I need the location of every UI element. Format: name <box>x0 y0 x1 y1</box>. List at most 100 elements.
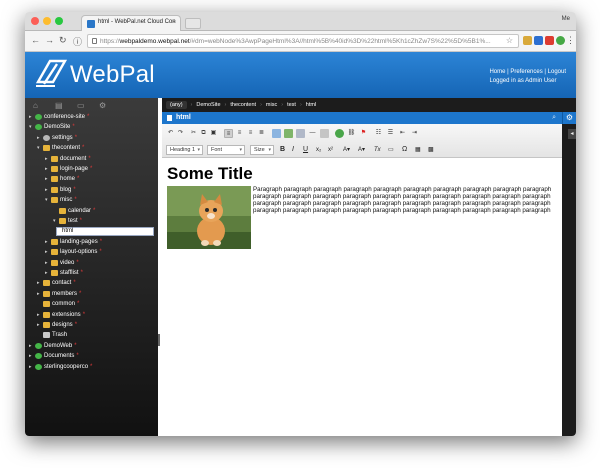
background-color-icon[interactable]: A▾ <box>358 145 365 155</box>
collapsed-arrow-icon[interactable]: ▸ <box>45 248 48 257</box>
extension-icon[interactable] <box>523 36 532 45</box>
gallery-icon[interactable] <box>296 129 305 138</box>
font-select[interactable]: Font ▾ <box>207 145 245 155</box>
collapsed-arrow-icon[interactable]: ▸ <box>37 279 40 288</box>
bulleted-list-icon[interactable]: ☰ <box>386 129 395 138</box>
close-window-icon[interactable] <box>31 17 39 25</box>
tree-node-label: Trash <box>52 331 67 340</box>
breadcrumb-item[interactable]: (any) <box>166 101 187 109</box>
search-icon[interactable]: ⌕ <box>552 114 556 122</box>
collapsed-arrow-icon[interactable]: ▸ <box>37 321 40 330</box>
breadcrumb-item[interactable]: html <box>306 102 316 108</box>
image-icon[interactable] <box>272 129 281 138</box>
collapsed-arrow-icon[interactable]: ▸ <box>45 165 48 174</box>
collapsed-arrow-icon[interactable]: ▸ <box>37 311 40 320</box>
table-icon[interactable] <box>320 129 329 138</box>
underline-icon[interactable]: U <box>303 145 308 155</box>
collapsed-arrow-icon[interactable]: ▸ <box>45 259 48 268</box>
reload-icon[interactable]: ↻ <box>59 35 67 46</box>
expanded-arrow-icon[interactable]: ▾ <box>53 217 56 226</box>
sidebar-resize-handle[interactable] <box>158 334 160 346</box>
indent-icon[interactable]: ⇥ <box>410 129 419 138</box>
expanded-arrow-icon[interactable]: ▾ <box>45 196 48 205</box>
italic-icon[interactable]: I <box>292 145 294 155</box>
collapse-panel-icon[interactable]: ◂ <box>568 129 576 139</box>
gear-icon[interactable]: ⚙ <box>99 101 106 110</box>
document-gear-icon[interactable]: ⚙ <box>562 112 576 124</box>
extension-icon[interactable] <box>556 36 565 45</box>
redo-icon[interactable]: ↷ <box>176 129 185 138</box>
collapsed-arrow-icon[interactable]: ▸ <box>45 269 48 278</box>
maximize-window-icon[interactable] <box>55 17 63 25</box>
new-tab-button[interactable] <box>185 18 201 29</box>
expanded-arrow-icon[interactable]: ▾ <box>37 144 40 153</box>
browser-menu-icon[interactable]: ⋮ <box>566 35 575 46</box>
collapsed-arrow-icon[interactable]: ▸ <box>37 134 40 143</box>
bookmark-star-icon[interactable]: ☆ <box>506 36 513 45</box>
subscript-icon[interactable]: x₂ <box>316 145 321 155</box>
breadcrumb-item[interactable]: misc <box>266 102 277 108</box>
anchor-flag-icon[interactable]: ⚑ <box>359 129 368 138</box>
url-protocol: https:// <box>100 38 120 45</box>
paste-text-icon[interactable]: ▩ <box>428 145 434 155</box>
align-left-icon[interactable]: ≡ <box>224 129 233 138</box>
collapsed-arrow-icon[interactable]: ▸ <box>45 175 48 184</box>
breadcrumb-item[interactable]: test <box>287 102 296 108</box>
home-link[interactable]: Home <box>489 69 505 75</box>
unlink-icon[interactable]: ⛓ <box>347 129 356 138</box>
special-character-icon[interactable]: Ω <box>402 145 407 155</box>
profile-button[interactable]: Me <box>562 16 570 22</box>
collapsed-arrow-icon[interactable]: ▸ <box>29 352 32 361</box>
editor-content[interactable]: Some Title Paragraph paragraph paragraph… <box>167 164 559 249</box>
undo-icon[interactable]: ↶ <box>166 129 175 138</box>
tab-close-icon[interactable]: × <box>172 19 176 26</box>
cut-icon[interactable]: ✂ <box>189 129 198 138</box>
justify-icon[interactable]: ≣ <box>257 129 266 138</box>
forward-arrow-icon[interactable]: → <box>45 35 54 45</box>
align-center-icon[interactable]: ≡ <box>235 129 244 138</box>
format-select[interactable]: Heading 1 ▾ <box>166 145 203 155</box>
clear-format-icon[interactable]: Tx <box>374 145 381 155</box>
copy-icon[interactable]: ⧉ <box>199 129 208 138</box>
media-icon[interactable] <box>284 129 293 138</box>
numbered-list-icon[interactable]: ☷ <box>374 129 383 138</box>
paste-icon[interactable]: ▣ <box>209 129 218 138</box>
browser-tab[interactable]: html - WebPal.net Cloud Con × <box>81 15 181 31</box>
page-title[interactable]: Some Title <box>167 164 559 184</box>
breadcrumb-item[interactable]: DemoSite <box>196 102 220 108</box>
collapsed-arrow-icon[interactable]: ▸ <box>37 290 40 299</box>
expanded-arrow-icon[interactable]: ▾ <box>29 123 32 132</box>
breadcrumb-item[interactable]: thecontent <box>230 102 256 108</box>
preview-icon[interactable]: ▦ <box>415 145 421 155</box>
home-icon[interactable]: ⌂ <box>33 101 38 110</box>
info-icon[interactable]: ⓘ <box>73 35 82 48</box>
text-color-icon[interactable]: A▾ <box>343 145 350 155</box>
superscript-icon[interactable]: x² <box>328 145 333 155</box>
collapsed-arrow-icon[interactable]: ▸ <box>29 363 32 372</box>
bold-icon[interactable]: B <box>280 145 285 155</box>
minimize-window-icon[interactable] <box>43 17 51 25</box>
horizontal-rule-icon[interactable]: — <box>308 129 317 138</box>
source-icon[interactable]: ▭ <box>388 145 394 155</box>
link-icon[interactable] <box>335 129 344 138</box>
collapsed-arrow-icon[interactable]: ▸ <box>45 186 48 195</box>
align-right-icon[interactable]: ≡ <box>246 129 255 138</box>
preferences-link[interactable]: Preferences <box>510 69 542 75</box>
logout-link[interactable]: Logout <box>548 69 566 75</box>
extension-icon[interactable] <box>545 36 554 45</box>
size-select[interactable]: Size ▾ <box>250 145 274 155</box>
tree-node-selected[interactable]: html <box>56 227 154 236</box>
collapsed-arrow-icon[interactable]: ▸ <box>29 342 32 351</box>
collapsed-arrow-icon[interactable]: ▸ <box>45 155 48 164</box>
documents-icon[interactable]: ▤ <box>55 101 63 110</box>
paragraph-text[interactable]: Paragraph paragraph paragraph paragraph … <box>253 186 559 214</box>
collapsed-arrow-icon[interactable]: ▸ <box>45 238 48 247</box>
address-bar[interactable]: https://webpaldemo.webpal.net/#dm=webNod… <box>87 34 519 48</box>
back-arrow-icon[interactable]: ← <box>31 35 40 45</box>
extension-icon[interactable] <box>534 36 543 45</box>
kitten-image[interactable] <box>167 186 251 249</box>
collapsed-arrow-icon[interactable]: ▸ <box>29 113 32 122</box>
breadcrumb-separator-icon: › <box>281 102 284 108</box>
monitor-icon[interactable]: ▭ <box>77 101 85 110</box>
outdent-icon[interactable]: ⇤ <box>398 129 407 138</box>
